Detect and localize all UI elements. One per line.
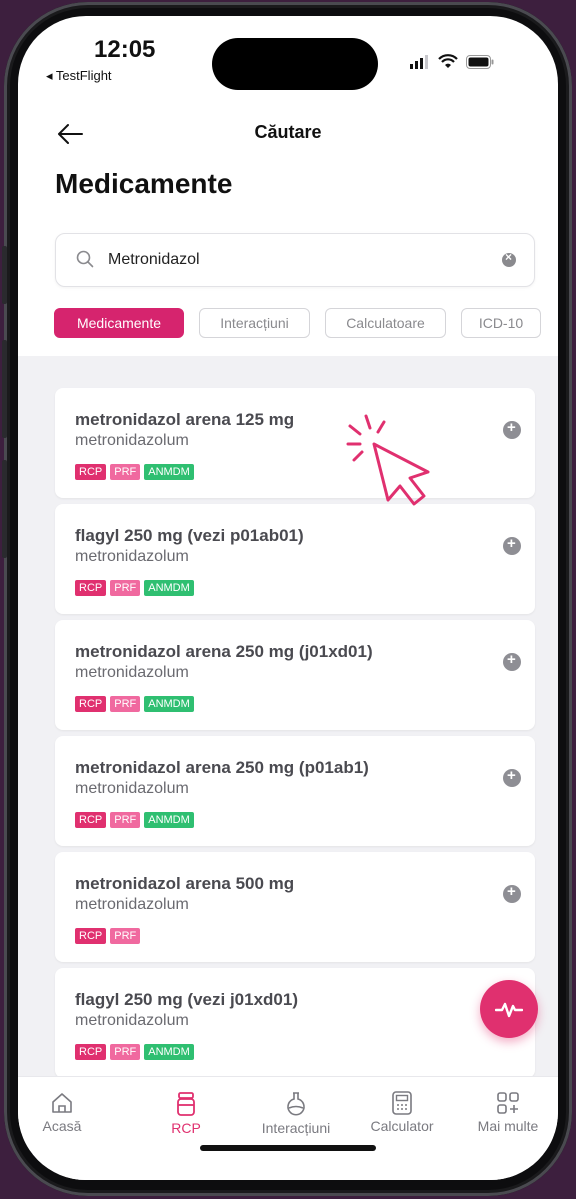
- rcp-badge[interactable]: RCP: [75, 812, 107, 828]
- page-title: Medicamente: [55, 168, 233, 199]
- add-icon[interactable]: [503, 535, 521, 555]
- rcp-badge[interactable]: RCP: [75, 928, 107, 944]
- result-title: metronidazol arena 125 mg: [75, 410, 295, 429]
- anmdm-badge[interactable]: ANMDM: [144, 812, 194, 828]
- app-screen: 12:05 ◂ TestFlight Căutare Medicamente M…: [18, 16, 558, 1180]
- tab-icd-10[interactable]: ICD-10: [461, 308, 541, 338]
- pulse-fab-button[interactable]: [480, 980, 538, 1038]
- result-badges: RCP PRF: [75, 928, 141, 944]
- result-card[interactable]: metronidazol arena 250 mg (j01xd01) metr…: [55, 620, 535, 730]
- tabbar-label: Acasă: [42, 1118, 82, 1134]
- tab-interactiuni[interactable]: Interacțiuni: [199, 308, 310, 338]
- result-card[interactable]: flagyl 250 mg (vezi j01xd01) metronidazo…: [55, 968, 535, 1078]
- status-time: 12:05: [94, 36, 156, 63]
- result-subtitle: metronidazolum: [75, 1012, 189, 1029]
- result-subtitle: metronidazolum: [75, 432, 189, 449]
- tabbar-label: Mai multe: [477, 1118, 539, 1134]
- result-card[interactable]: metronidazol arena 250 mg (p01ab1) metro…: [55, 736, 535, 846]
- tabbar-item-mai-multe[interactable]: Mai multe: [458, 1091, 558, 1134]
- prf-badge[interactable]: PRF: [110, 1044, 141, 1060]
- result-title: metronidazol arena 250 mg (p01ab1): [75, 758, 369, 777]
- calculator-icon: [392, 1091, 412, 1115]
- add-icon[interactable]: [503, 419, 521, 439]
- result-title: metronidazol arena 250 mg (j01xd01): [75, 642, 373, 661]
- battery-icon: [466, 54, 494, 69]
- side-button: [2, 460, 7, 558]
- prf-badge[interactable]: PRF: [110, 812, 141, 828]
- results-list: metronidazol arena 125 mg metronidazolum…: [18, 356, 558, 1078]
- add-icon[interactable]: [503, 883, 521, 903]
- result-subtitle: metronidazolum: [75, 548, 189, 565]
- result-title: flagyl 250 mg (vezi p01ab01): [75, 526, 304, 545]
- anmdm-badge[interactable]: ANMDM: [144, 464, 194, 480]
- search-input[interactable]: [106, 248, 490, 272]
- tabbar-item-acasa[interactable]: Acasă: [18, 1091, 112, 1134]
- result-card[interactable]: metronidazol arena 125 mg metronidazolum…: [55, 388, 535, 498]
- nav-title: Căutare: [254, 122, 322, 142]
- tabbar-label: RCP: [171, 1120, 201, 1136]
- result-badges: RCP PRF ANMDM: [75, 464, 194, 480]
- back-to-testflight[interactable]: ◂ TestFlight: [46, 68, 112, 84]
- result-title: metronidazol arena 500 mg: [75, 874, 295, 893]
- result-badges: RCP PRF ANMDM: [75, 1044, 194, 1060]
- result-title: flagyl 250 mg (vezi j01xd01): [75, 990, 298, 1009]
- rcp-badge[interactable]: RCP: [75, 580, 107, 596]
- side-button: [2, 340, 7, 438]
- search-bar[interactable]: [55, 233, 535, 287]
- tab-calculatoare[interactable]: Calculatoare: [325, 308, 446, 338]
- home-icon: [52, 1093, 72, 1113]
- pill-bottle-icon: [177, 1092, 195, 1116]
- anmdm-badge[interactable]: ANMDM: [144, 696, 194, 712]
- system-icons: [410, 54, 494, 69]
- cellular-signal-icon: [410, 54, 428, 69]
- category-tabs: Medicamente Interacțiuni Calculatoare IC…: [54, 308, 541, 338]
- heartbeat-icon: [495, 1002, 523, 1018]
- tap-cursor-icon: [346, 414, 430, 506]
- rcp-badge[interactable]: RCP: [75, 1044, 107, 1060]
- result-card[interactable]: flagyl 250 mg (vezi p01ab01) metronidazo…: [55, 504, 535, 614]
- prf-badge[interactable]: PRF: [110, 696, 141, 712]
- anmdm-badge[interactable]: ANMDM: [144, 1044, 194, 1060]
- rcp-badge[interactable]: RCP: [75, 464, 107, 480]
- tabbar-item-calculator[interactable]: Calculator: [352, 1091, 452, 1134]
- bottom-tab-bar: Acasă RCP Interacțiuni Calculator Mai mu…: [18, 1076, 558, 1180]
- search-icon: [76, 250, 94, 268]
- flask-icon: [287, 1092, 305, 1116]
- tabbar-label: Interacțiuni: [261, 1120, 331, 1136]
- status-bar: 12:05 ◂ TestFlight: [18, 16, 558, 96]
- side-button: [2, 246, 7, 304]
- clear-search-icon[interactable]: [502, 250, 516, 267]
- add-icon[interactable]: [503, 767, 521, 787]
- tabbar-item-interactiuni[interactable]: Interacțiuni: [246, 1091, 346, 1136]
- prf-badge[interactable]: PRF: [110, 928, 141, 944]
- result-badges: RCP PRF ANMDM: [75, 812, 194, 828]
- tabbar-item-rcp[interactable]: RCP: [136, 1091, 236, 1136]
- tabbar-label: Calculator: [370, 1118, 434, 1134]
- result-card[interactable]: metronidazol arena 500 mg metronidazolum…: [55, 852, 535, 962]
- prf-badge[interactable]: PRF: [110, 580, 141, 596]
- add-icon[interactable]: [503, 651, 521, 671]
- grid-plus-icon: [497, 1092, 519, 1114]
- result-subtitle: metronidazolum: [75, 896, 189, 913]
- wifi-icon: [438, 54, 458, 68]
- tab-medicamente[interactable]: Medicamente: [54, 308, 184, 338]
- dynamic-island: [212, 38, 378, 90]
- prf-badge[interactable]: PRF: [110, 464, 141, 480]
- home-indicator: [200, 1145, 376, 1151]
- result-subtitle: metronidazolum: [75, 780, 189, 797]
- rcp-badge[interactable]: RCP: [75, 696, 107, 712]
- result-subtitle: metronidazolum: [75, 664, 189, 681]
- anmdm-badge[interactable]: ANMDM: [144, 580, 194, 596]
- result-badges: RCP PRF ANMDM: [75, 696, 194, 712]
- result-badges: RCP PRF ANMDM: [75, 580, 194, 596]
